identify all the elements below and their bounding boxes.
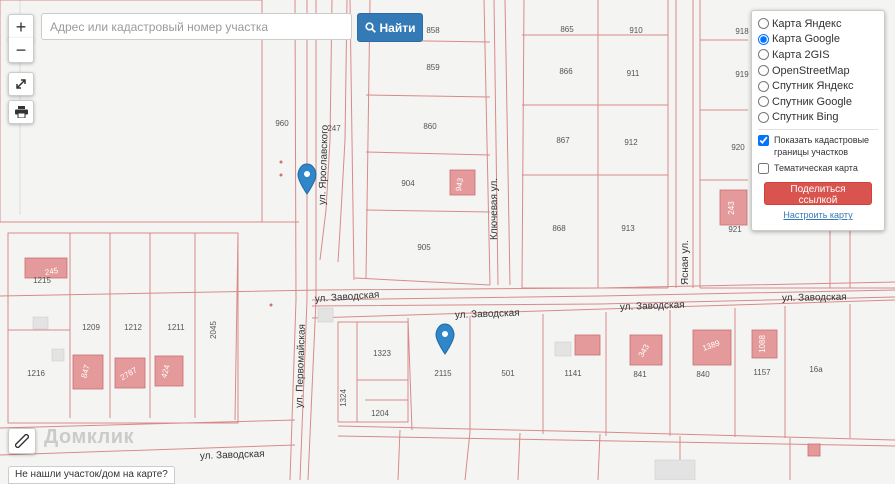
layer-option[interactable]: Карта Яндекс (758, 16, 878, 32)
building-label: 1088 (758, 335, 767, 353)
parcel-label: 904 (401, 179, 415, 188)
parcel-label: 1216 (27, 369, 45, 378)
layer-option[interactable]: Спутник Google (758, 94, 878, 110)
parcel-label: 858 (426, 26, 440, 35)
parcel-label: 910 (629, 26, 643, 35)
parcel-label: 1141 (564, 369, 582, 378)
layer-radio[interactable] (758, 33, 769, 45)
layer-radio[interactable] (758, 65, 769, 77)
street-label-zavodskaya-5: ул. Заводская (200, 449, 265, 462)
layer-option[interactable]: Карта Google (758, 32, 878, 48)
show-boundaries-option[interactable]: Показать кадастровые границы участков (758, 134, 878, 158)
parcel-label: 841 (633, 370, 647, 379)
layer-option-label: Карта Яндекс (772, 17, 842, 30)
parcel-label: 1324 (339, 389, 348, 407)
parcel-label: 860 (423, 122, 437, 131)
street-label-klyuchevaya: Ключевая ул. (489, 178, 500, 240)
parcel-label: 866 (559, 67, 573, 76)
layer-option[interactable]: OpenStreetMap (758, 63, 878, 79)
panel-divider (758, 129, 878, 131)
street-label-zavodskaya-2: ул. Заводская (455, 308, 520, 321)
zoom-in-button[interactable]: + (8, 14, 34, 40)
parcel-label: 16a (809, 365, 823, 374)
parcel-label: 912 (624, 138, 638, 147)
find-button[interactable]: Найти (357, 13, 423, 42)
layer-option[interactable]: Спутник Яндекс (758, 78, 878, 94)
layer-option[interactable]: Карта 2GIS (758, 47, 878, 63)
thematic-map-checkbox[interactable] (758, 163, 769, 175)
parcel-label: 918 (735, 27, 749, 36)
layer-radio[interactable] (758, 49, 769, 61)
layer-option-label: Карта Google (772, 33, 840, 46)
parcel-label: 868 (552, 224, 566, 233)
parcel-label: 247 (327, 124, 341, 133)
show-boundaries-label: Показать кадастровые границы участков (774, 135, 870, 158)
building-label: 243 (727, 201, 736, 215)
share-link-button[interactable]: Поделиться ссылкой (764, 182, 872, 206)
parcel-label: 859 (426, 63, 440, 72)
ruler-icon (15, 434, 29, 448)
parcel-label: 501 (501, 369, 515, 378)
search-input[interactable] (41, 13, 352, 40)
parcel-label: 1323 (373, 349, 391, 358)
parcel-label: 1204 (371, 409, 389, 418)
zoom-out-button[interactable]: − (8, 38, 34, 63)
layer-option-label: Спутник Google (772, 95, 852, 108)
search-icon (364, 22, 376, 33)
layer-option-label: Карта 2GIS (772, 48, 830, 61)
find-button-label: Найти (379, 20, 416, 35)
street-label-zavodskaya-4: ул. Заводская (782, 292, 847, 304)
street-label-yasnaya: Ясная ул. (680, 240, 691, 285)
parcel-label: 840 (696, 370, 710, 379)
parcel-label: 1209 (82, 323, 100, 332)
layer-option-label: OpenStreetMap (772, 64, 850, 77)
parcel-label: 1212 (124, 323, 142, 332)
print-icon (14, 106, 28, 118)
layer-radio[interactable] (758, 18, 769, 30)
show-boundaries-checkbox[interactable] (758, 135, 769, 147)
parcel-label: 1215 (33, 276, 51, 285)
map-layers-panel: Карта Яндекс Карта Google Карта 2GIS OpenSt… (751, 10, 885, 231)
parcel-label: 1211 (167, 323, 185, 332)
setup-map-link[interactable]: Настроить карту (758, 210, 878, 220)
thematic-map-option[interactable]: Тематическая карта (758, 162, 878, 175)
parcel-label: 913 (621, 224, 635, 233)
layer-option-label: Спутник Bing (772, 111, 839, 124)
parcel-label: 905 (417, 243, 431, 252)
layer-radio[interactable] (758, 111, 769, 123)
ruler-button[interactable] (8, 428, 36, 454)
layer-radio[interactable] (758, 96, 769, 108)
street-label-zavodskaya-3: ул. Заводская (620, 300, 685, 313)
parcel-label: 911 (627, 69, 640, 78)
layer-option[interactable]: Спутник Bing (758, 110, 878, 126)
layer-radio[interactable] (758, 80, 769, 92)
fullscreen-button[interactable] (8, 72, 34, 96)
parcel-label: 920 (731, 143, 745, 152)
parcel-label: 960 (275, 119, 289, 128)
layer-option-label: Спутник Яндекс (772, 80, 854, 93)
expand-icon (16, 79, 26, 89)
parcel-label: 2115 (434, 369, 452, 378)
thematic-map-label: Тематическая карта (774, 163, 858, 174)
parcel-label: 2045 (209, 321, 218, 339)
not-found-link[interactable]: Не нашли участок/дом на карте? (8, 466, 175, 484)
parcel-label: 1157 (753, 368, 771, 377)
print-button[interactable] (8, 100, 34, 124)
domclick-watermark: Домклик (44, 426, 135, 448)
parcel-label: 865 (560, 25, 574, 34)
parcel-label: 919 (735, 70, 749, 79)
map-layer-list: Карта Яндекс Карта Google Карта 2GIS OpenSt… (758, 16, 878, 125)
parcel-label: 867 (556, 136, 570, 145)
parcel-label: 921 (728, 225, 742, 234)
